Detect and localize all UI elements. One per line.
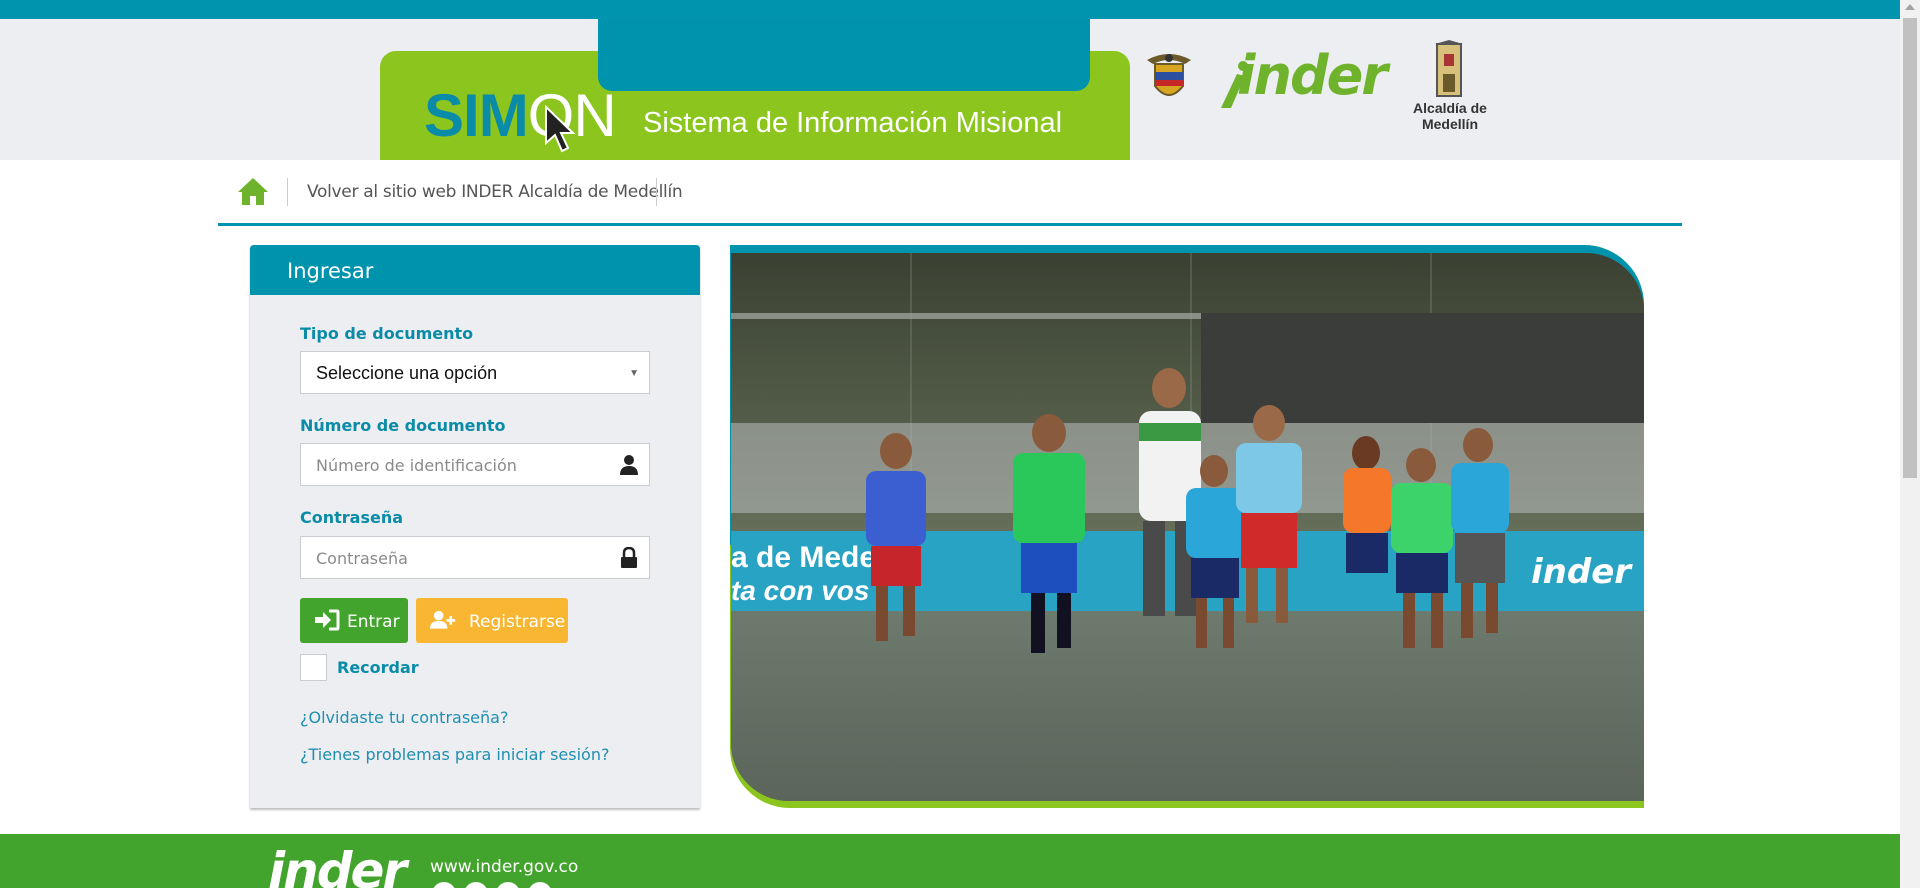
- social-icon[interactable]: [496, 882, 520, 888]
- alcaldia-label: Alcaldía de Medellín: [1413, 100, 1487, 132]
- back-to-inder-link[interactable]: Volver al sitio web INDER Alcaldía de Me…: [307, 182, 683, 202]
- home-icon[interactable]: [236, 174, 270, 208]
- banner-brand: inder: [1531, 552, 1633, 592]
- doc-type-value: Seleccione una opción: [316, 363, 498, 383]
- vertical-scrollbar[interactable]: [1900, 0, 1920, 888]
- inder-logo[interactable]: inder: [1215, 40, 1388, 120]
- user-icon: [620, 455, 638, 475]
- footer: inder www.inder.gov.co: [0, 834, 1900, 888]
- simon-logo: SIMON: [424, 81, 617, 150]
- banner-text-line-2: ta con vos: [731, 575, 869, 606]
- nav-bar: Volver al sitio web INDER Alcaldía de Me…: [218, 160, 1682, 226]
- alcaldia-logo[interactable]: Alcaldía de Medellín: [1385, 40, 1515, 132]
- login-title: Ingresar: [287, 259, 374, 283]
- footer-inder-logo[interactable]: inder: [268, 842, 407, 888]
- user-plus-icon: [430, 610, 456, 629]
- login-panel: Ingresar Tipo de documento Seleccione un…: [250, 245, 700, 808]
- social-icon[interactable]: [528, 882, 552, 888]
- password-placeholder: Contraseña: [316, 549, 408, 568]
- simon-banner[interactable]: SIMON Sistema de Información Misional: [380, 19, 1130, 160]
- lock-icon: [621, 547, 637, 568]
- social-icon[interactable]: [464, 882, 488, 888]
- doc-number-label: Número de documento: [300, 416, 506, 435]
- remember-label[interactable]: Recordar: [337, 658, 419, 677]
- social-icons: [432, 882, 560, 888]
- register-button-label: Registrarse: [469, 612, 566, 632]
- alcaldia-tower-icon: [1435, 40, 1463, 97]
- hero-photo-frame: a de Medellín ta con vos inder: [730, 245, 1644, 808]
- nav-divider: [287, 178, 288, 206]
- register-button[interactable]: Registrarse: [416, 598, 568, 643]
- inder-logo-text: inder: [1237, 44, 1388, 107]
- social-icon[interactable]: [432, 882, 456, 888]
- simon-logo-sim: SIM: [424, 82, 529, 149]
- forgot-password-link[interactable]: ¿Olvidaste tu contraseña?: [300, 708, 508, 727]
- scrollbar-thumb[interactable]: [1903, 18, 1917, 478]
- enter-button-label: Entrar: [347, 612, 400, 632]
- doc-type-label: Tipo de documento: [300, 324, 474, 343]
- sign-in-icon: [315, 609, 340, 631]
- nav-divider: [656, 178, 657, 206]
- cursor-icon: [545, 105, 576, 153]
- password-input[interactable]: Contraseña: [300, 536, 650, 579]
- doc-number-input[interactable]: Número de identificación: [300, 443, 650, 486]
- enter-button[interactable]: Entrar: [300, 598, 408, 643]
- doc-number-placeholder: Número de identificación: [316, 456, 517, 475]
- remember-checkbox[interactable]: [300, 654, 327, 681]
- chevron-down-icon: ▼: [629, 368, 639, 379]
- banner-subtitle: Sistema de Información Misional: [643, 107, 1063, 139]
- login-panel-header: Ingresar: [250, 245, 700, 295]
- top-bar: [0, 0, 1900, 19]
- hero-photo: a de Medellín ta con vos inder: [731, 253, 1644, 801]
- password-label: Contraseña: [300, 508, 404, 527]
- footer-url[interactable]: www.inder.gov.co: [430, 857, 578, 877]
- doc-type-select[interactable]: Seleccione una opción ▼: [300, 351, 650, 394]
- colombia-coat-of-arms-icon: [1147, 54, 1191, 96]
- scroll-up-arrow-icon[interactable]: [1905, 4, 1915, 10]
- login-problems-link[interactable]: ¿Tienes problemas para iniciar sesión?: [300, 745, 609, 764]
- banner-teal-tab: [598, 19, 1090, 91]
